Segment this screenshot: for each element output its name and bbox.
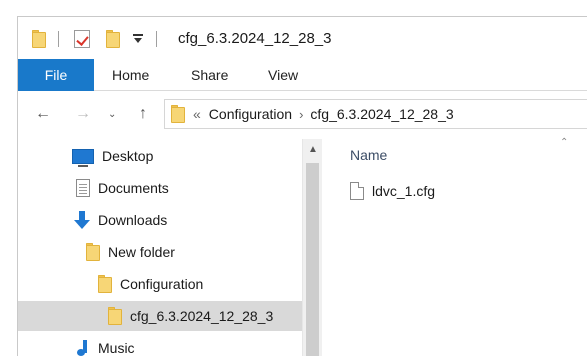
sidebar-item-downloads[interactable]: Downloads (74, 205, 298, 235)
tab-home[interactable]: Home (112, 59, 149, 91)
navigation-pane: Desktop Documents Downloads New folder C… (18, 139, 322, 356)
back-arrow-icon: ← (35, 105, 51, 122)
scroll-thumb[interactable] (306, 163, 319, 356)
address-overflow[interactable]: « (193, 106, 201, 122)
folder-icon (32, 28, 46, 50)
sidebar-item-configuration[interactable]: Configuration (98, 269, 298, 299)
sidebar-item-new-folder[interactable]: New folder (86, 237, 298, 267)
address-bar[interactable]: « Configuration › cfg_6.3.2024_12_28_3 (164, 99, 587, 129)
forward-arrow-icon: → (75, 105, 91, 122)
sidebar-item-label: Downloads (98, 212, 168, 228)
up-arrow-icon: ↑ (139, 105, 147, 122)
window-title: cfg_6.3.2024_12_28_3 (178, 30, 332, 47)
chevron-down-icon: ⌄ (108, 109, 117, 120)
folder-icon (86, 243, 100, 261)
new-folder-button[interactable] (106, 28, 120, 50)
downloads-icon (74, 211, 90, 229)
music-icon (76, 339, 90, 356)
sidebar-item-label: Desktop (102, 148, 154, 164)
title-separator-2 (156, 31, 157, 47)
dropdown-arrow-icon (132, 32, 144, 46)
desktop-icon (72, 148, 94, 167)
chevron-up-icon: ▲ (308, 143, 318, 155)
column-header-name[interactable]: Name (350, 147, 387, 163)
breadcrumb-separator[interactable]: › (299, 107, 303, 122)
sort-indicator-icon: ⌃ (560, 137, 569, 148)
sidebar-item-cfg-selected[interactable]: cfg_6.3.2024_12_28_3 (18, 301, 302, 331)
folder-icon (98, 275, 112, 293)
tab-view[interactable]: View (268, 59, 298, 91)
sidebar-item-label: Documents (98, 180, 169, 196)
breadcrumb-current[interactable]: cfg_6.3.2024_12_28_3 (310, 106, 453, 122)
new-folder-icon (106, 30, 120, 48)
customize-quick-access-button[interactable] (132, 28, 144, 50)
tab-file[interactable]: File (18, 59, 94, 91)
list-item[interactable]: ldvc_1.cfg (350, 179, 435, 203)
sidebar-item-label: Music (98, 340, 135, 356)
up-button[interactable]: ↑ (134, 105, 152, 123)
scroll-up-button[interactable]: ▲ (303, 139, 323, 159)
sidebar-item-music[interactable]: Music (76, 333, 298, 356)
title-separator (58, 31, 59, 47)
sidebar-item-label: cfg_6.3.2024_12_28_3 (130, 308, 274, 324)
recent-locations-button[interactable]: ⌄ (108, 109, 116, 120)
sidebar-item-label: Configuration (120, 276, 204, 292)
sidebar-item-documents[interactable]: Documents (76, 173, 298, 203)
file-icon (350, 182, 364, 200)
ribbon-tabs: File Home Share View (18, 59, 587, 91)
properties-icon (74, 30, 90, 48)
address-folder-icon (171, 105, 185, 123)
navigation-bar: ← → ⌄ ↑ « Configuration › cfg_6.3.2024_1… (18, 97, 587, 131)
folder-icon (108, 307, 122, 325)
file-name: ldvc_1.cfg (372, 183, 436, 199)
breadcrumb-configuration[interactable]: Configuration (209, 106, 292, 122)
sidebar-item-desktop[interactable]: Desktop (72, 141, 298, 171)
file-list-pane: Name ⌃ ldvc_1.cfg (332, 137, 587, 356)
forward-button[interactable]: → (74, 105, 92, 123)
navigation-pane-scrollbar[interactable]: ▲ (302, 139, 322, 356)
tab-share[interactable]: Share (191, 59, 228, 91)
properties-button[interactable] (74, 28, 90, 50)
sidebar-item-label: New folder (108, 244, 175, 260)
title-bar: cfg_6.3.2024_12_28_3 (18, 17, 587, 59)
back-button[interactable]: ← (34, 105, 52, 123)
documents-icon (76, 179, 90, 197)
file-explorer-window: cfg_6.3.2024_12_28_3 File Home Share Vie… (17, 16, 587, 356)
